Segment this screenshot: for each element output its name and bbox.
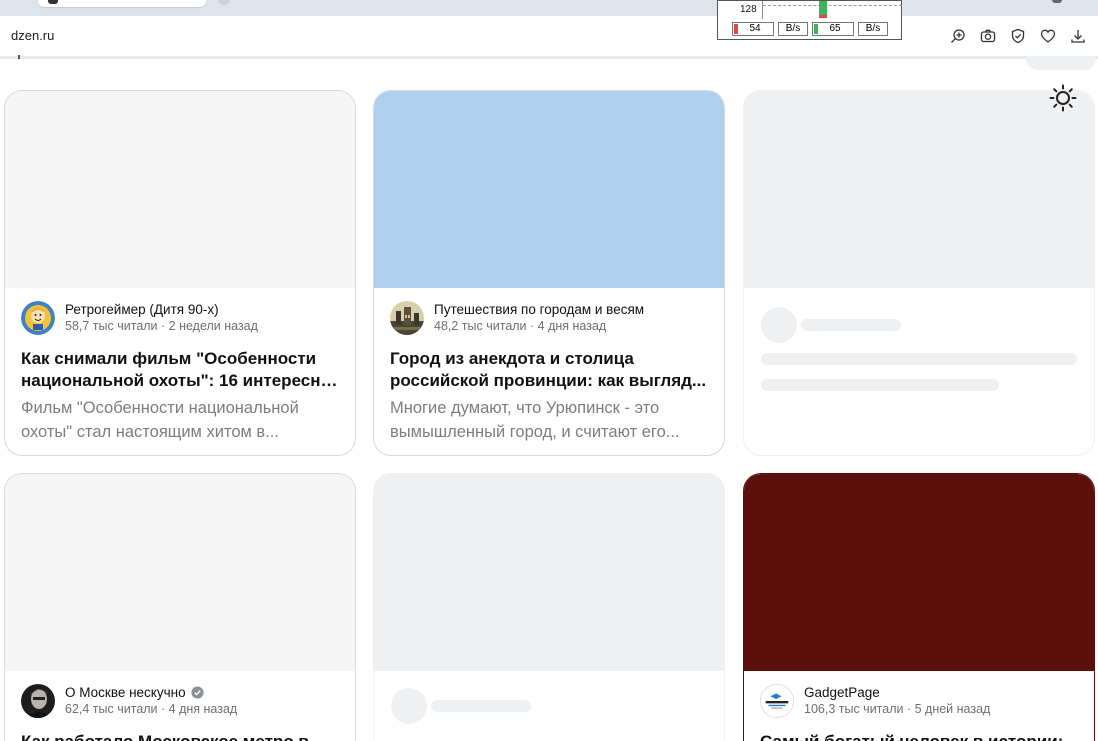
- download-speed: 54: [732, 22, 774, 36]
- channel-name[interactable]: Ретрогеймер (Дитя 90-х): [65, 301, 258, 318]
- title-line: национальной охоты": 16 интересны...: [21, 371, 339, 390]
- town-photo-avatar-icon[interactable]: [390, 301, 424, 335]
- text-placeholder: [761, 353, 1077, 365]
- channel-name[interactable]: О Москве нескучно: [65, 684, 237, 701]
- page-header-fragment: [18, 55, 20, 59]
- url-field[interactable]: dzen.ru: [11, 28, 54, 43]
- article-title[interactable]: Как снимали фильм "Особенности националь…: [21, 348, 339, 392]
- title-line: российской провинции: как выгляд...: [390, 371, 707, 390]
- gadgetpage-logo-icon[interactable]: [760, 684, 794, 718]
- vault-boy-avatar-icon[interactable]: [21, 301, 55, 335]
- channel-info: GadgetPage 106,3 тыс читали · 5 дней наз…: [760, 683, 1078, 719]
- article-card[interactable]: GadgetPage 106,3 тыс читали · 5 дней наз…: [743, 473, 1095, 741]
- new-tab-icon[interactable]: [218, 0, 230, 5]
- favorite-heart-icon[interactable]: [1036, 25, 1060, 47]
- image-placeholder: [744, 91, 1094, 288]
- toolbar: [946, 25, 1090, 47]
- tab-favicon-icon: [48, 0, 58, 4]
- screenshot-camera-icon[interactable]: [976, 25, 1000, 47]
- zoom-in-icon[interactable]: [946, 25, 970, 47]
- traffic-graph: [762, 1, 902, 19]
- article-title[interactable]: Самый богатый человек в истории:: [760, 731, 1078, 741]
- image-placeholder: [374, 474, 724, 671]
- channel-info: Ретрогеймер (Дитя 90-х) 58,7 тыс читали …: [21, 300, 339, 336]
- article-snippet[interactable]: Фильм "Особенности национальной охоты" с…: [21, 396, 339, 444]
- download-icon[interactable]: [1066, 25, 1090, 47]
- title-line: Город из анекдота и столица: [390, 349, 634, 368]
- toolbar-divider: [0, 56, 1098, 59]
- article-card[interactable]: Ретрогеймер (Дитя 90-х) 58,7 тыс читали …: [4, 90, 356, 456]
- upload-unit: B/s: [858, 22, 888, 36]
- article-title[interactable]: Как работало Московское метро в: [21, 731, 339, 741]
- article-snippet[interactable]: Многие думают, что Урюпинск - это вымышл…: [390, 396, 708, 444]
- channel-name[interactable]: GadgetPage: [804, 684, 990, 701]
- article-image[interactable]: [744, 474, 1094, 671]
- avatar-placeholder: [761, 307, 797, 343]
- article-meta: 106,3 тыс читали · 5 дней назад: [804, 702, 991, 716]
- text-placeholder: [431, 700, 531, 712]
- article-image[interactable]: [374, 91, 724, 288]
- tab-menu-icon[interactable]: [1052, 0, 1062, 3]
- tab-strip: [0, 0, 1098, 16]
- loading-card: [373, 473, 725, 741]
- article-meta: 48,2 тыс читали · 4 дня назад: [434, 319, 607, 333]
- network-meter-widget: 128 54 B/s 65 B/s: [717, 0, 902, 40]
- article-meta: 62,4 тыс читали · 4 дня назад: [65, 702, 238, 716]
- meter-scale-label: 128: [740, 4, 757, 15]
- article-image[interactable]: [5, 91, 355, 288]
- header-button-fragment[interactable]: [1026, 56, 1096, 70]
- upload-speed: 65: [812, 22, 854, 36]
- article-meta: 58,7 тыс читали · 2 недели назад: [65, 319, 258, 333]
- address-bar: dzen.ru: [0, 16, 1098, 56]
- channel-info: Путешествия по городам и весям 48,2 тыс …: [390, 300, 708, 336]
- article-title[interactable]: Город из анекдота и столица российской п…: [390, 348, 708, 392]
- shield-check-icon[interactable]: [1006, 25, 1030, 47]
- title-line: Самый богатый человек в истории:: [760, 731, 1078, 741]
- upload-bar: [819, 1, 827, 15]
- snippet-line: вымышленный город, и считают его...: [390, 423, 680, 441]
- graph-gridline: [763, 5, 902, 6]
- channel-name[interactable]: Путешествия по городам и весям: [434, 301, 644, 318]
- channel-info: О Москве нескучно 62,4 тыс читали · 4 дн…: [21, 683, 339, 719]
- meter-readout: 54 B/s 65 B/s: [732, 22, 888, 36]
- text-placeholder: [801, 319, 901, 331]
- article-card[interactable]: Путешествия по городам и весям 48,2 тыс …: [373, 90, 725, 456]
- article-image[interactable]: [5, 474, 355, 671]
- active-tab[interactable]: [38, 0, 206, 7]
- text-placeholder: [761, 379, 999, 391]
- snippet-line: охоты" стал настоящим хитом в...: [21, 423, 279, 441]
- title-line: Как снимали фильм "Особенности: [21, 349, 317, 368]
- snippet-line: Многие думают, что Урюпинск - это: [390, 399, 660, 417]
- avatar-placeholder: [391, 688, 427, 724]
- sun-icon[interactable]: [1049, 84, 1077, 112]
- loading-card: [743, 90, 1095, 456]
- snippet-line: Фильм "Особенности национальной: [21, 399, 299, 417]
- title-line: Как работало Московское метро в: [21, 731, 339, 741]
- verified-badge-icon: [191, 686, 204, 699]
- channel-name-text: О Москве нескучно: [65, 685, 186, 700]
- portrait-avatar-icon[interactable]: [21, 684, 55, 718]
- download-bar: [819, 15, 827, 18]
- article-card[interactable]: О Москве нескучно 62,4 тыс читали · 4 дн…: [4, 473, 356, 741]
- download-unit: B/s: [778, 22, 808, 36]
